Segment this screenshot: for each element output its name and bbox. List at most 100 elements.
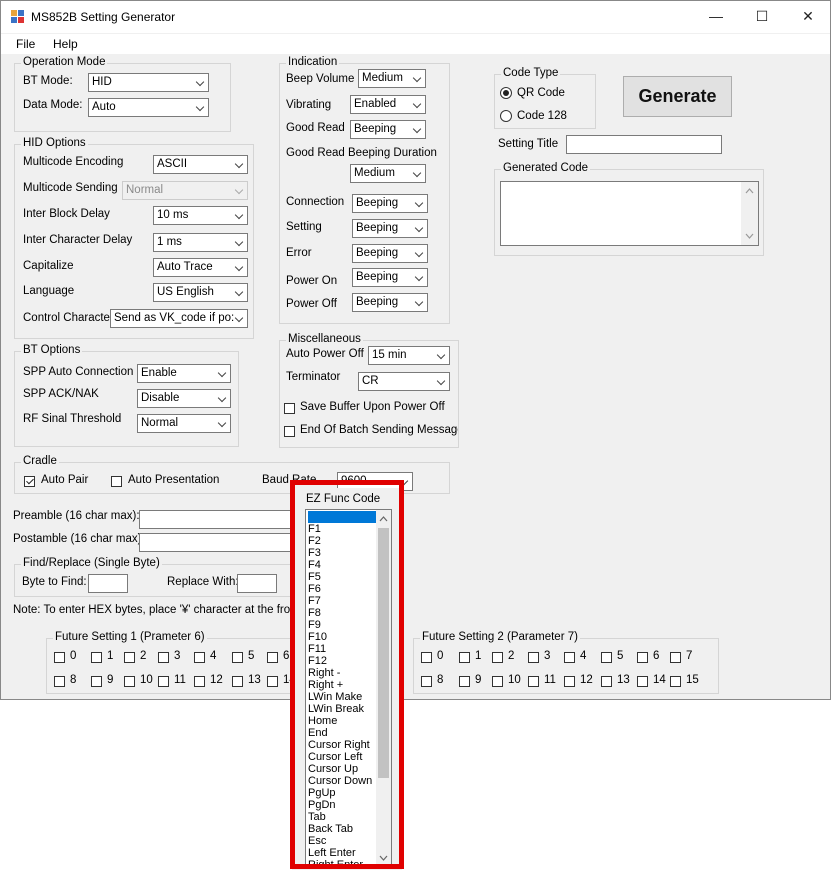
bt-mode-select[interactable]: HID <box>88 73 209 92</box>
data-mode-select[interactable]: Auto <box>88 98 209 117</box>
close-button[interactable]: ✕ <box>785 1 831 31</box>
future-setting-1-title: Future Setting 1 (Prameter 6) <box>53 631 207 643</box>
good-read-duration-select[interactable]: Medium <box>350 164 426 183</box>
future2-row2-label: 12 <box>580 674 593 686</box>
spp-ack-select[interactable]: Disable <box>137 389 231 408</box>
operation-mode-title: Operation Mode <box>21 56 108 68</box>
menu-help[interactable]: Help <box>53 37 78 51</box>
chevron-down-icon <box>234 287 244 297</box>
preamble-label: Preamble (16 char max): <box>13 510 140 522</box>
bt-mode-label: BT Mode: <box>23 75 73 87</box>
chevron-down-icon <box>414 272 424 282</box>
future2-row1-checkbox[interactable] <box>601 652 612 663</box>
future2-row1-checkbox[interactable] <box>637 652 648 663</box>
save-buffer-label: Save Buffer Upon Power Off <box>300 401 445 413</box>
future2-row2-label: 11 <box>544 674 556 686</box>
future1-row1-checkbox[interactable] <box>232 652 243 663</box>
end-batch-checkbox[interactable] <box>284 426 295 437</box>
language-select[interactable]: US English <box>153 283 248 302</box>
future1-row2-checkbox[interactable] <box>54 676 65 687</box>
qr-code-label: QR Code <box>517 87 565 99</box>
future1-row1-checkbox[interactable] <box>91 652 102 663</box>
generate-button[interactable]: Generate <box>623 76 732 117</box>
future1-row1-label: 3 <box>174 650 181 662</box>
future2-row2-checkbox[interactable] <box>459 676 470 687</box>
power-on-select[interactable]: Beeping <box>352 268 428 287</box>
setting-value: Beeping <box>356 222 399 234</box>
future1-row2-label: 13 <box>248 674 261 686</box>
future2-row1-checkbox[interactable] <box>421 652 432 663</box>
future1-row2-label: 8 <box>70 674 77 686</box>
good-read-select[interactable]: Beeping <box>350 120 426 139</box>
power-off-select[interactable]: Beeping <box>352 293 428 312</box>
setting-select[interactable]: Beeping <box>352 219 428 238</box>
auto-power-off-select[interactable]: 15 min <box>368 346 450 365</box>
future1-row1-checkbox[interactable] <box>124 652 135 663</box>
control-char-label: Control Characte <box>23 312 110 324</box>
setting-title-input[interactable] <box>566 135 722 154</box>
rf-threshold-select[interactable]: Normal <box>137 414 231 433</box>
chevron-down-icon <box>195 77 205 87</box>
future2-row2-checkbox[interactable] <box>528 676 539 687</box>
future2-row2-checkbox[interactable] <box>421 676 432 687</box>
app-window: MS852B Setting Generator — ☐ ✕ File Help… <box>0 0 831 700</box>
future1-row2-checkbox[interactable] <box>194 676 205 687</box>
qr-code-radio[interactable] <box>500 87 512 99</box>
future2-row1-checkbox[interactable] <box>670 652 681 663</box>
auto-presentation-checkbox[interactable] <box>111 476 122 487</box>
generated-code-scrollbar[interactable] <box>741 182 758 245</box>
error-select[interactable]: Beeping <box>352 244 428 263</box>
future1-row1-checkbox[interactable] <box>54 652 65 663</box>
future1-row1-checkbox[interactable] <box>158 652 169 663</box>
future1-row1-checkbox[interactable] <box>267 652 278 663</box>
future1-row2-checkbox[interactable] <box>124 676 135 687</box>
future1-row1-label: 4 <box>210 650 217 662</box>
menu-file[interactable]: File <box>16 37 35 51</box>
save-buffer-checkbox[interactable] <box>284 403 295 414</box>
vibrating-select[interactable]: Enabled <box>350 95 426 114</box>
future2-row2-checkbox[interactable] <box>564 676 575 687</box>
future2-row2-checkbox[interactable] <box>492 676 503 687</box>
future1-row2-checkbox[interactable] <box>267 676 278 687</box>
future2-row2-checkbox[interactable] <box>601 676 612 687</box>
future1-row1-label: 5 <box>248 650 255 662</box>
auto-pair-checkbox[interactable] <box>24 476 35 487</box>
postamble-input[interactable] <box>139 533 301 552</box>
byte-to-find-input[interactable] <box>88 574 128 593</box>
future1-row2-checkbox[interactable] <box>91 676 102 687</box>
future1-row2-checkbox[interactable] <box>158 676 169 687</box>
future2-row2-label: 9 <box>475 674 482 686</box>
future2-row1-checkbox[interactable] <box>528 652 539 663</box>
terminator-select[interactable]: CR <box>358 372 450 391</box>
future2-row2-checkbox[interactable] <box>670 676 681 687</box>
chevron-down-icon <box>414 297 424 307</box>
inter-block-delay-select[interactable]: 10 ms <box>153 206 248 225</box>
maximize-button[interactable]: ☐ <box>739 1 785 31</box>
beep-volume-label: Beep Volume <box>286 73 355 85</box>
data-mode-value: Auto <box>92 101 116 113</box>
replace-with-input[interactable] <box>237 574 277 593</box>
code-128-radio[interactable] <box>500 110 512 122</box>
chevron-down-icon <box>414 248 424 258</box>
generated-code-textarea[interactable] <box>500 181 759 246</box>
app-icon <box>11 10 24 23</box>
future1-row1-label: 6 <box>283 650 290 662</box>
future2-row1-checkbox[interactable] <box>459 652 470 663</box>
chevron-down-icon <box>217 393 227 403</box>
future2-row2-checkbox[interactable] <box>637 676 648 687</box>
future1-row1-checkbox[interactable] <box>194 652 205 663</box>
connection-select[interactable]: Beeping <box>352 194 428 213</box>
future1-row2-checkbox[interactable] <box>232 676 243 687</box>
control-char-value: Send as VK_code if po: <box>114 312 235 324</box>
preamble-input[interactable] <box>139 510 301 529</box>
future2-row1-checkbox[interactable] <box>564 652 575 663</box>
control-char-select[interactable]: Send as VK_code if po: <box>110 309 248 328</box>
multicode-encoding-select[interactable]: ASCII <box>153 155 248 174</box>
spp-auto-select[interactable]: Enable <box>137 364 231 383</box>
future2-row1-checkbox[interactable] <box>492 652 503 663</box>
inter-char-delay-select[interactable]: 1 ms <box>153 233 248 252</box>
chevron-down-icon <box>195 102 205 112</box>
capitalize-select[interactable]: Auto Trace <box>153 258 248 277</box>
minimize-button[interactable]: — <box>693 1 739 31</box>
beep-volume-select[interactable]: Medium <box>358 69 426 88</box>
